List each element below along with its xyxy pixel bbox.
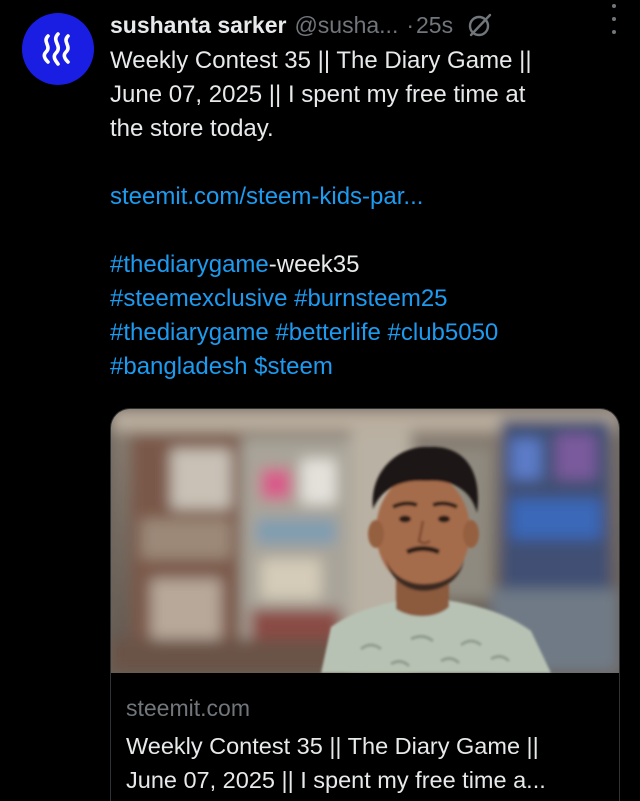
card-meta: steemit.com Weekly Contest 35 || The Dia…: [111, 673, 619, 801]
cashtag-steem[interactable]: $steem: [254, 353, 333, 380]
timestamp[interactable]: 25s: [416, 12, 453, 39]
separator-dot: ·: [406, 11, 415, 38]
tweet-header: sushanta sarker @susha... · 25s: [110, 10, 630, 40]
hashtag-suffix: -week35: [268, 251, 360, 278]
grok-icon[interactable]: [467, 12, 493, 38]
display-name[interactable]: sushanta sarker: [110, 12, 286, 39]
avatar[interactable]: [22, 13, 94, 85]
tweet-text-line: June 07, 2025 || I spent my free time at: [110, 81, 526, 108]
card-title-line: Weekly Contest 35 || The Diary Game ||: [126, 733, 539, 759]
hashtag-bangladesh[interactable]: #bangladesh: [110, 353, 247, 380]
card-domain: steemit.com: [126, 695, 250, 721]
card-image: [111, 409, 619, 673]
tweet-link[interactable]: steemit.com/steem-kids-par...: [110, 183, 423, 210]
link-preview-card[interactable]: steemit.com Weekly Contest 35 || The Dia…: [110, 408, 620, 801]
hashtag-club5050[interactable]: #club5050: [388, 319, 499, 346]
card-title-line: June 07, 2025 || I spent my free time a.…: [126, 767, 546, 793]
hashtag-betterlife[interactable]: #betterlife: [275, 319, 380, 346]
tweet-text-line: the store today.: [110, 115, 274, 142]
tweet-text-line: Weekly Contest 35 || The Diary Game ||: [110, 47, 532, 74]
hashtag-thediarygame[interactable]: #thediarygame: [110, 319, 269, 346]
user-handle[interactable]: @susha...: [294, 12, 398, 39]
hashtag-thediarygame[interactable]: #thediarygame: [110, 251, 269, 278]
hashtag-burnsteem25[interactable]: #burnsteem25: [294, 285, 447, 312]
more-options-icon[interactable]: [610, 4, 618, 34]
tweet-text: Weekly Contest 35 || The Diary Game || J…: [110, 44, 620, 384]
steem-logo-icon: [42, 32, 70, 66]
card-title: Weekly Contest 35 || The Diary Game || J…: [126, 729, 606, 797]
hashtag-steemexclusive[interactable]: #steemexclusive: [110, 285, 287, 312]
